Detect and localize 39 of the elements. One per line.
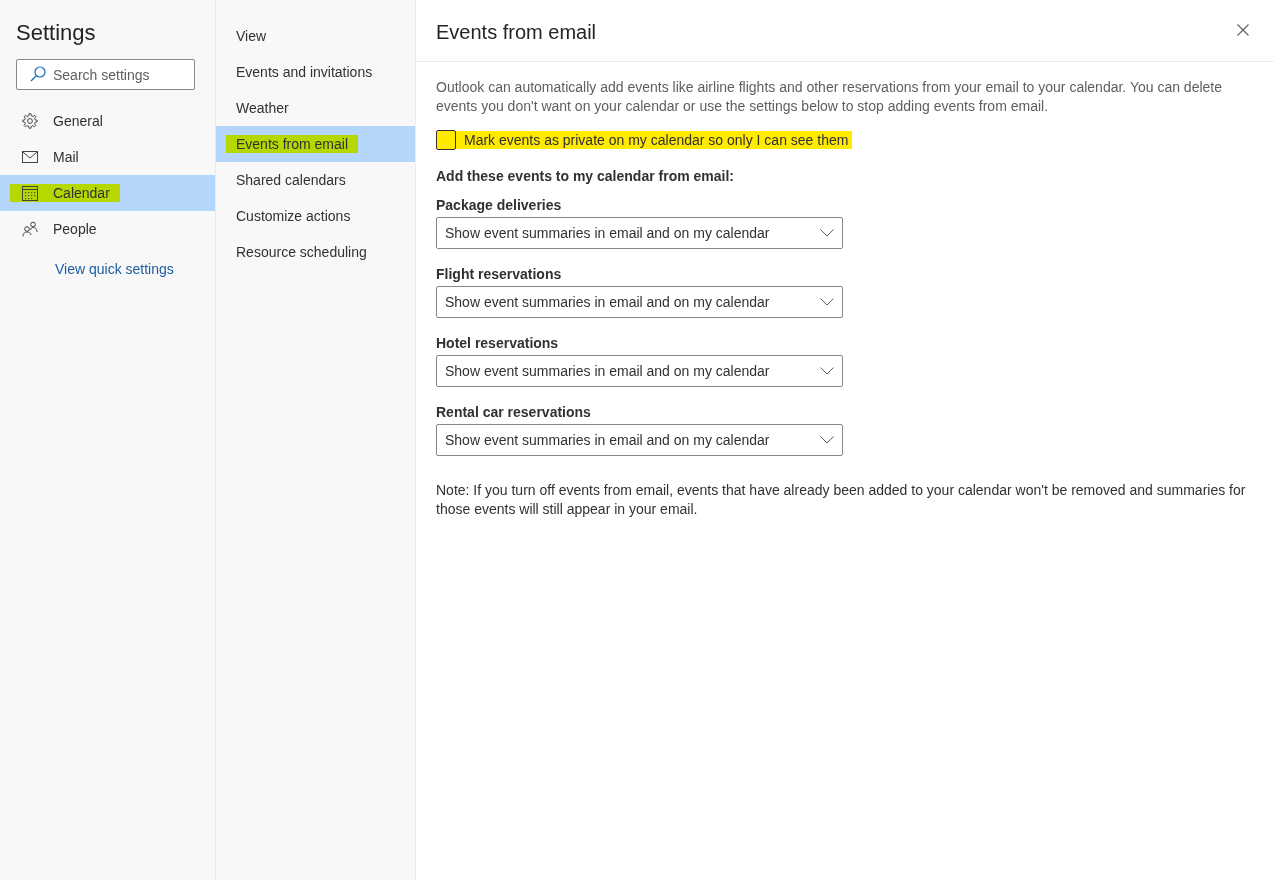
checkbox[interactable] [436, 130, 456, 150]
sidebar-item[interactable]: General [0, 103, 215, 139]
close-button[interactable] [1235, 21, 1251, 38]
checkbox-label[interactable]: Mark events as private on my calendar so only I can see them [456, 131, 853, 149]
setting-label: Package deliveries [436, 196, 563, 215]
setting-label: Flight reservations [436, 265, 563, 284]
subnav-item[interactable]: Customize actions [216, 198, 415, 234]
setting-label: Rental car reservations [436, 403, 592, 422]
note-text: Note: If you turn off events from email, events that have already been added to your calendar won't be removed and summaries for those events will still appear in your email. [436, 481, 1247, 519]
sidebar-item[interactable]: People [0, 211, 215, 247]
panel-title: Events from email [436, 20, 597, 44]
subnav-item[interactable]: Events from email [216, 126, 415, 162]
sidebar-item[interactable]: Mail [0, 139, 215, 175]
subnav-item[interactable]: Weather [216, 90, 415, 126]
calendar-icon [22, 185, 38, 201]
gear-icon [22, 113, 38, 129]
sidebar-item[interactable]: Calendar [0, 175, 215, 211]
dropdown[interactable]: Show event summaries in email and on my calendar [436, 286, 843, 318]
chevron-down-icon [820, 367, 834, 375]
close-icon [1237, 23, 1249, 36]
dropdown[interactable]: Show event summaries in email and on my calendar [436, 424, 843, 456]
search-field[interactable]: Search settings [16, 59, 195, 90]
people-icon [22, 221, 38, 237]
subnav-item[interactable]: Events and invitations [216, 54, 415, 90]
subnav-item[interactable]: Shared calendars [216, 162, 415, 198]
subnav-item[interactable]: Resource scheduling [216, 234, 415, 270]
description-text: Outlook can automatically add events like airline flights and other reservations from your email to your calendar. You can delete events you don't want on your calendar or use the settings below to stop adding events from email. [436, 78, 1223, 116]
envelope-icon [22, 151, 38, 163]
chevron-down-icon [820, 229, 834, 237]
search-icon [30, 66, 46, 82]
dropdown[interactable]: Show event summaries in email and on my calendar [436, 355, 843, 387]
chevron-down-icon [820, 436, 834, 444]
chevron-down-icon [820, 298, 834, 306]
section-heading: Add these events to my calendar from email: [436, 167, 735, 186]
subnav-item[interactable]: View [216, 18, 415, 54]
view-quick-settings-link[interactable]: View quick settings [55, 260, 215, 278]
settings-title: Settings [16, 19, 97, 47]
dropdown[interactable]: Show event summaries in email and on my calendar [436, 217, 843, 249]
setting-label: Hotel reservations [436, 334, 560, 353]
